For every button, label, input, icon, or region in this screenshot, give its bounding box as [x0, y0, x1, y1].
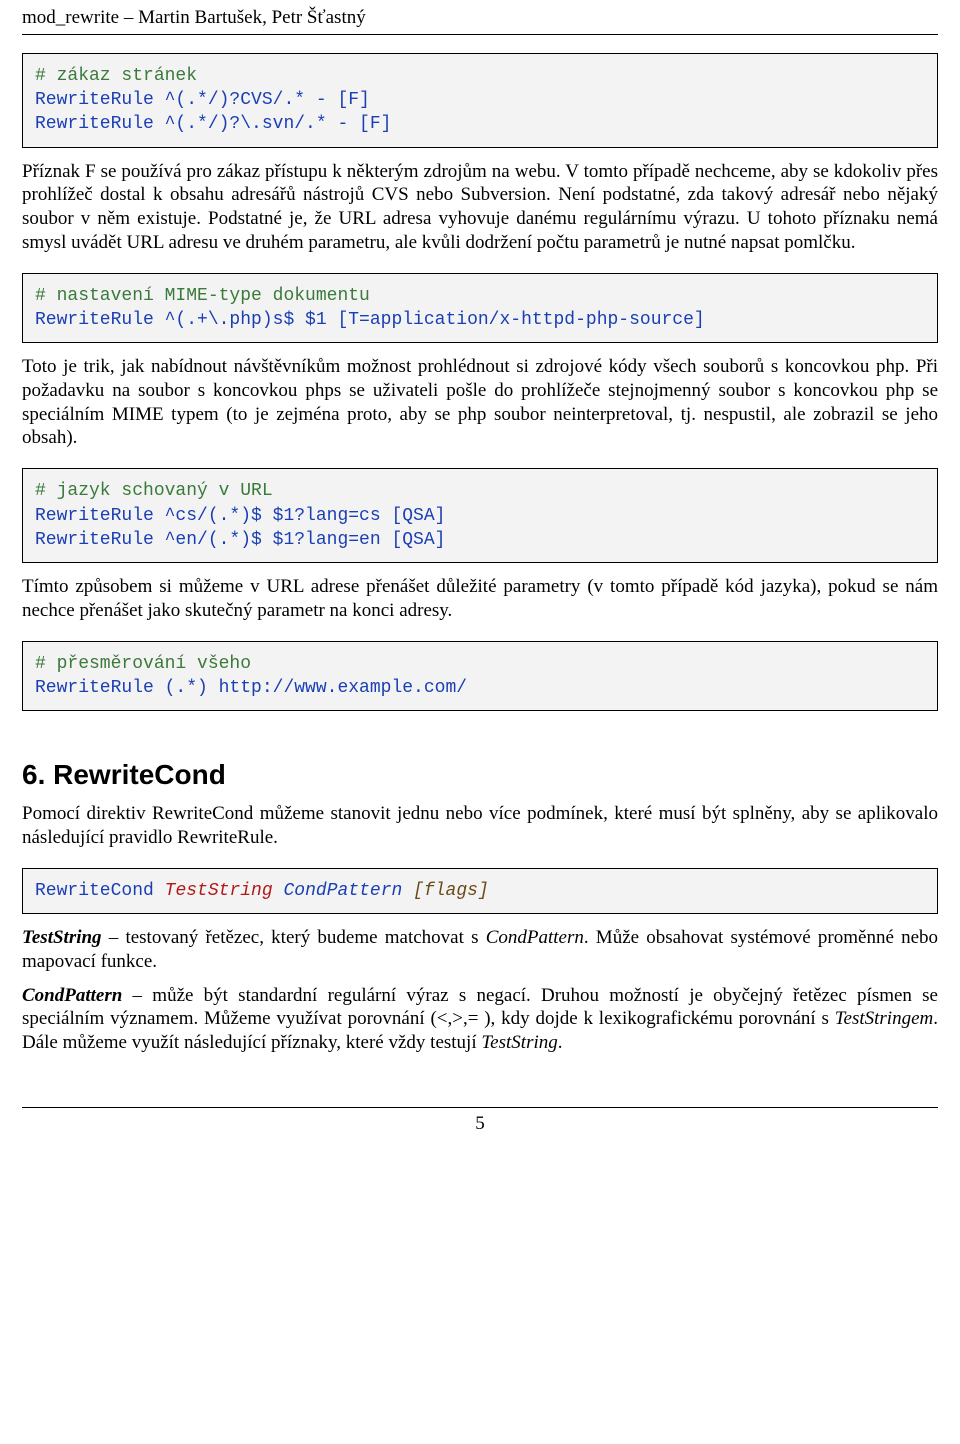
code-line: RewriteRule ^en/(.*)$ $1?lang=en [QSA]	[35, 530, 445, 550]
paragraph: Příznak F se používá pro zákaz přístupu …	[22, 160, 938, 255]
code-comment: # přesměrování všeho	[35, 654, 251, 674]
term-text: – testovaný řetězec, který budeme matcho…	[102, 927, 486, 948]
term-label: TestString	[22, 927, 102, 948]
code-block-4: # přesměrování všeho RewriteRule (.*) ht…	[22, 641, 938, 712]
term-italic: CondPattern	[486, 927, 584, 948]
header-bar: mod_rewrite – Martin Bartušek, Petr Šťas…	[22, 0, 938, 35]
page-number: 5	[475, 1113, 485, 1134]
page: mod_rewrite – Martin Bartušek, Petr Šťas…	[0, 0, 960, 1146]
term-label: CondPattern	[22, 985, 122, 1006]
definition-teststring: TestString – testovaný řetězec, který bu…	[22, 926, 938, 974]
code-block-3: # jazyk schovaný v URL RewriteRule ^cs/(…	[22, 468, 938, 563]
code-comment: # nastavení MIME-type dokumentu	[35, 286, 370, 306]
code-arg: CondPattern	[283, 881, 402, 901]
term-italic: TestString	[481, 1032, 557, 1053]
page-footer: 5	[22, 1107, 938, 1136]
code-block-1: # zákaz stránek RewriteRule ^(.*/)?CVS/.…	[22, 53, 938, 148]
code-comment: # zákaz stránek	[35, 66, 197, 86]
code-arg: TestString	[165, 881, 273, 901]
code-arg: [flags]	[413, 881, 489, 901]
code-line: RewriteRule ^cs/(.*)$ $1?lang=cs [QSA]	[35, 506, 445, 526]
paragraph: Toto je trik, jak nabídnout návštěvníkům…	[22, 355, 938, 450]
term-italic: TestStringem	[835, 1008, 934, 1029]
definition-condpattern: CondPattern – může být standardní regulá…	[22, 984, 938, 1055]
term-period: .	[558, 1032, 563, 1053]
code-block-5: RewriteCond TestString CondPattern [flag…	[22, 868, 938, 914]
term-text: – může být standardní regulární výraz s …	[22, 985, 938, 1030]
paragraph: Pomocí direktiv RewriteCond můžeme stano…	[22, 802, 938, 850]
code-line: RewriteRule ^(.*/)?CVS/.* - [F]	[35, 90, 370, 110]
section-heading: 6. RewriteCond	[22, 757, 938, 792]
code-line: RewriteRule (.*) http://www.example.com/	[35, 678, 467, 698]
code-comment: # jazyk schovaný v URL	[35, 481, 273, 501]
header-left: mod_rewrite – Martin Bartušek, Petr Šťas…	[22, 6, 366, 30]
paragraph: Tímto způsobem si můžeme v URL adrese př…	[22, 575, 938, 623]
code-line: RewriteRule ^(.+\.php)s$ $1 [T=applicati…	[35, 310, 705, 330]
code-block-2: # nastavení MIME-type dokumentu RewriteR…	[22, 273, 938, 344]
code-line: RewriteRule ^(.*/)?\.svn/.* - [F]	[35, 114, 391, 134]
code-directive: RewriteCond	[35, 881, 154, 901]
